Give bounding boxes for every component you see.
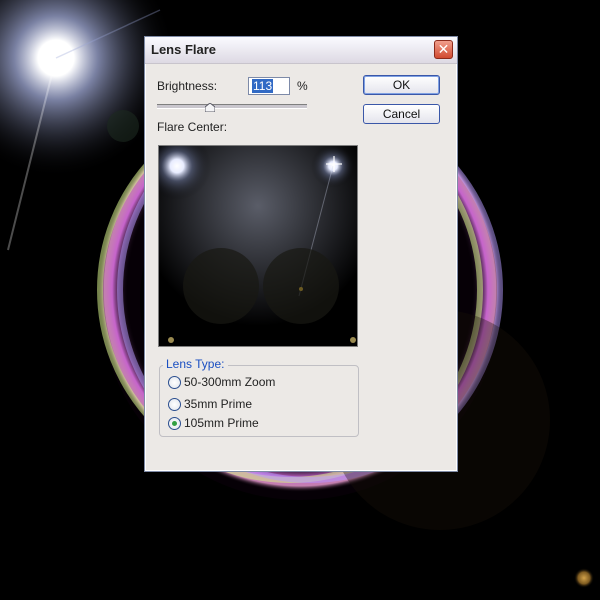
radio-button[interactable] xyxy=(168,398,181,411)
radio-button-selected[interactable] xyxy=(168,417,181,430)
lens-type-option-label: 35mm Prime xyxy=(184,397,253,411)
brightness-input[interactable]: 113 xyxy=(248,77,290,95)
flare-preview-image xyxy=(143,132,357,346)
close-icon: ✕ xyxy=(437,41,450,57)
ok-button[interactable]: OK xyxy=(363,75,440,95)
brightness-slider[interactable] xyxy=(157,104,307,109)
cancel-button[interactable]: Cancel xyxy=(363,104,440,124)
crosshair-icon[interactable] xyxy=(326,156,342,172)
brightness-label: Brightness: xyxy=(157,79,218,93)
radio-selected-dot xyxy=(172,421,177,426)
title-bar[interactable]: Lens Flare ✕ xyxy=(145,37,457,64)
flare-orb xyxy=(574,568,594,588)
radio-button[interactable] xyxy=(168,376,181,389)
lens-type-option-label: 50-300mm Zoom xyxy=(184,375,276,389)
dialog-title: Lens Flare xyxy=(151,42,217,57)
brightness-value: 113 xyxy=(252,79,274,93)
flare-center-preview[interactable] xyxy=(143,132,358,347)
brightness-slider-thumb[interactable] xyxy=(205,103,215,112)
brightness-unit: % xyxy=(297,79,308,93)
lens-type-label: Lens Type: xyxy=(163,357,228,371)
flare-center-label: Flare Center: xyxy=(157,120,228,134)
lens-flare-dialog: Lens Flare ✕ Brightness: 113 % Flare Cen… xyxy=(143,36,458,472)
close-button[interactable]: ✕ xyxy=(434,40,453,59)
lens-type-option-label: 105mm Prime xyxy=(184,416,259,430)
